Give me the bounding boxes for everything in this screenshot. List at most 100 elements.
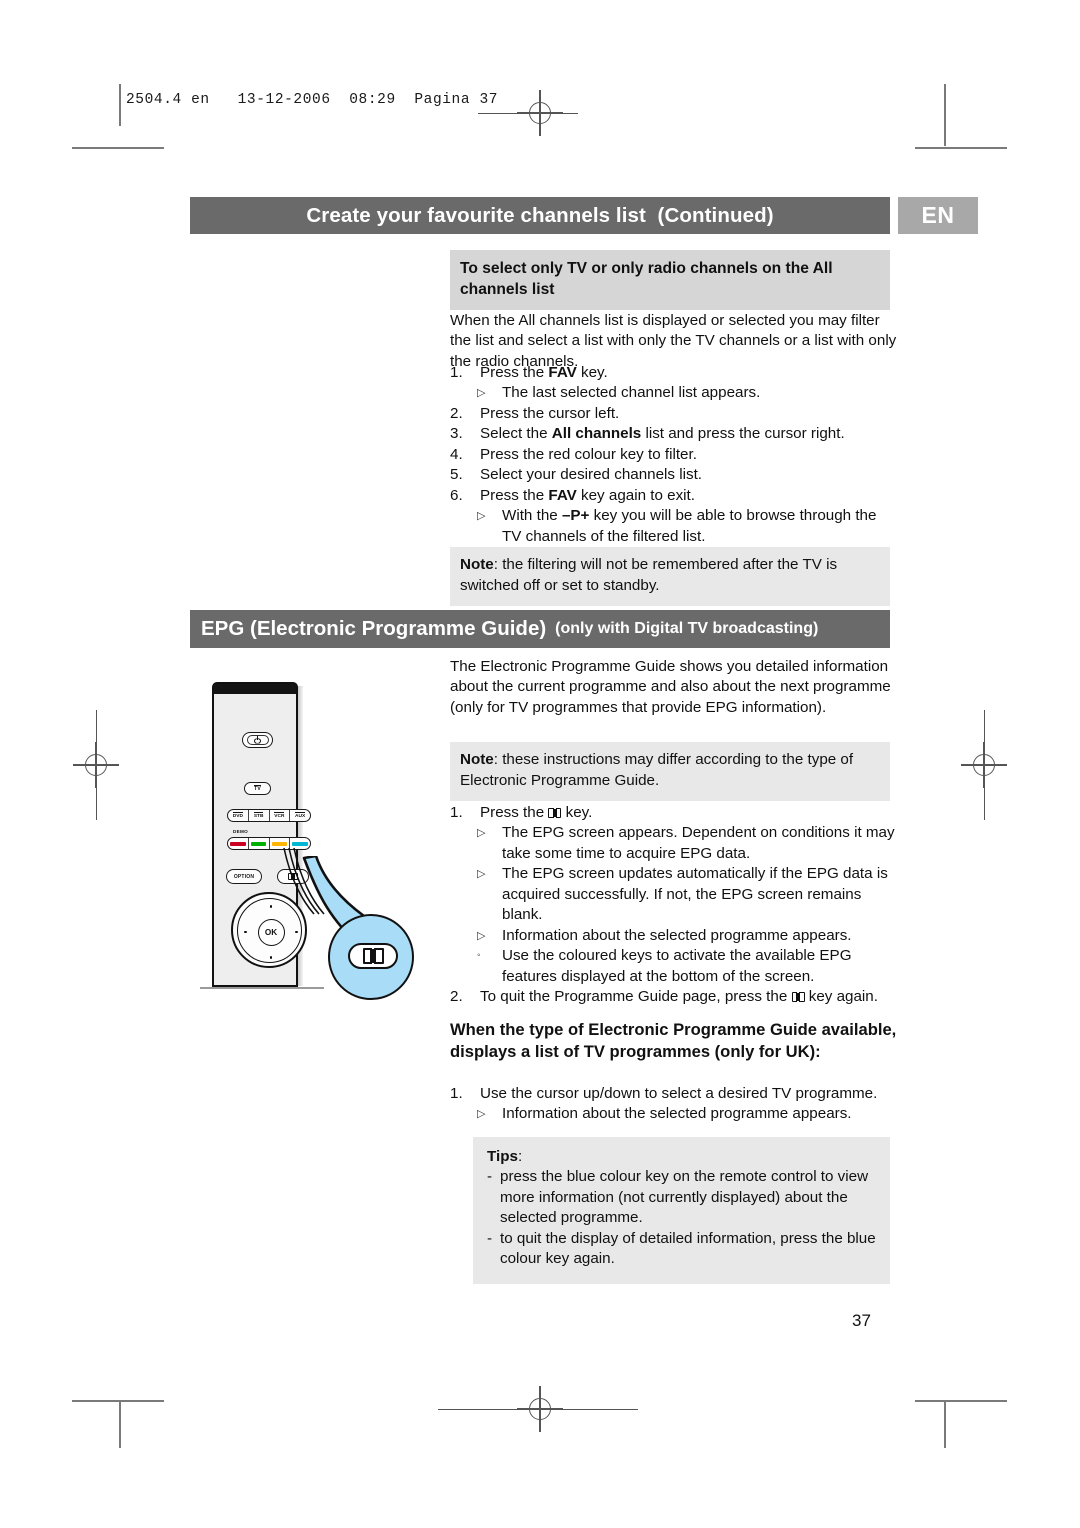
triangle-bullet-icon: ▷ bbox=[477, 827, 486, 840]
step-text-a: Select your desired channels list. bbox=[480, 466, 703, 484]
step-text-a: Select the bbox=[480, 425, 552, 443]
sub-step-text: Information about the selected programme… bbox=[502, 926, 852, 944]
step-number: 1. bbox=[450, 364, 463, 381]
remote-vcr-label: VCR bbox=[274, 812, 285, 819]
note-label: Note bbox=[460, 556, 494, 573]
list-item: ◦ Use the coloured keys to activate the a… bbox=[450, 946, 898, 987]
remote-option-button[interactable]: OPTION bbox=[226, 869, 262, 884]
step-text-a: Press the bbox=[480, 486, 549, 504]
sub-step-text: The EPG screen updates automatically if … bbox=[502, 865, 888, 924]
epg-intro-text: The Electronic Programme Guide shows you… bbox=[450, 658, 891, 716]
epg-bar-subtitle: (only with Digital TV broadcasting) bbox=[555, 620, 819, 637]
triangle-bullet-icon: ▷ bbox=[477, 387, 486, 400]
step-text-a: Press the cursor left. bbox=[480, 404, 620, 422]
epg-section-bar: EPG (Electronic Programme Guide) (only w… bbox=[190, 610, 890, 648]
step-number: 3. bbox=[450, 425, 463, 443]
remote-tv-button-label: TV bbox=[254, 784, 261, 793]
epg-steps: 1. Press the key. ▷ The EPG screen appears… bbox=[450, 803, 898, 1007]
red-swatch bbox=[230, 841, 246, 846]
list-item: ▷ The EPG screen updates automatically if… bbox=[450, 864, 898, 925]
list-item: ▷ The last selected channel list appears. bbox=[450, 383, 898, 403]
sub-step-text: Information about the selected programme… bbox=[502, 1105, 852, 1123]
note-text: : the filtering will not be remembered a… bbox=[460, 556, 838, 594]
remote-dvd-button[interactable]: DVD bbox=[228, 810, 249, 821]
remote-ir-window bbox=[214, 684, 296, 694]
remote-stb-button[interactable]: STB bbox=[249, 810, 270, 821]
remote-tv-button[interactable]: TV bbox=[244, 782, 271, 795]
list-item: ▷ With the –P+ key you will be able to br… bbox=[450, 506, 898, 547]
page-title-continued: (Continued) bbox=[657, 203, 774, 227]
dash-bullet-icon: - bbox=[487, 1229, 493, 1247]
step-text-b: key. bbox=[561, 804, 593, 821]
subheading-text: To select only TV or only radio channels… bbox=[460, 260, 833, 298]
step-text-bold: FAV bbox=[548, 486, 577, 504]
list-item: 2. To quit the Programme Guide page, pres… bbox=[450, 987, 898, 1007]
callout-guide-button[interactable] bbox=[348, 943, 398, 969]
sub-step-text: The EPG screen appears. Dependent on con… bbox=[502, 824, 895, 862]
sub-step-text: The last selected channel list appears. bbox=[502, 384, 761, 402]
remote-ok-label: OK bbox=[264, 927, 278, 937]
page-title: Create your favourite channels list bbox=[306, 203, 646, 227]
sub-step-text-a: With the bbox=[502, 507, 562, 525]
cursor-up-dot-icon[interactable] bbox=[269, 905, 273, 908]
remote-aux-label: AUX bbox=[295, 812, 306, 819]
power-icon bbox=[254, 735, 261, 744]
uk-steps: 1. Use the cursor up/down to select a des… bbox=[450, 1084, 898, 1125]
list-item: - to quit the display of detailed informa… bbox=[487, 1229, 878, 1270]
step-text-a: Press the bbox=[480, 804, 549, 821]
list-item: 1. Press the FAV key. bbox=[450, 363, 898, 383]
note-box-filtering: Note: the filtering will not be remember… bbox=[450, 547, 890, 607]
list-item: ▷ Information about the selected programm… bbox=[450, 1104, 898, 1124]
step-number: 1. bbox=[450, 1085, 463, 1102]
page-number: 37 bbox=[852, 1311, 871, 1330]
sub-step-text-bold: –P+ bbox=[561, 507, 590, 525]
circle-bullet-icon: ◦ bbox=[477, 950, 481, 962]
list-item: 3. Select the All channels list and press… bbox=[450, 424, 898, 444]
guide-book-icon bbox=[362, 948, 384, 964]
subheading-box: To select only TV or only radio channels… bbox=[450, 250, 890, 311]
illustration-baseline bbox=[200, 987, 324, 989]
list-item: 6. Press the FAV key again to exit. bbox=[450, 486, 898, 506]
remote-aux-button[interactable]: AUX bbox=[290, 810, 310, 821]
list-item: 4. Press the red colour key to filter. bbox=[450, 445, 898, 465]
remote-green-key[interactable] bbox=[249, 838, 270, 849]
triangle-bullet-icon: ▷ bbox=[477, 1108, 486, 1121]
triangle-bullet-icon: ▷ bbox=[477, 868, 486, 881]
remote-power-button[interactable] bbox=[242, 732, 273, 748]
remote-red-key[interactable] bbox=[228, 838, 249, 849]
language-badge-label: EN bbox=[921, 202, 955, 228]
dash-bullet-icon: - bbox=[487, 1168, 493, 1186]
step-number: 6. bbox=[450, 486, 463, 504]
cursor-left-dot-icon[interactable] bbox=[244, 930, 247, 934]
remote-demo-label: DEMO bbox=[233, 829, 248, 834]
triangle-bullet-icon: ▷ bbox=[477, 510, 486, 523]
tips-box: Tips: - press the blue colour key on the … bbox=[473, 1137, 890, 1284]
cyan-swatch bbox=[292, 841, 308, 846]
epg-bar-title: EPG (Electronic Programme Guide) bbox=[201, 617, 547, 640]
step-text: Use the cursor up/down to select a desir… bbox=[480, 1085, 878, 1102]
remote-option-label: OPTION bbox=[233, 873, 255, 880]
remote-vcr-button[interactable]: VCR bbox=[270, 810, 291, 821]
remote-control-illustration: TV DVD STB VCR AUX DEMO OPTION OK bbox=[200, 650, 460, 1040]
list-item: ▷ Information about the selected programm… bbox=[450, 926, 898, 946]
step-number: 2. bbox=[450, 404, 463, 422]
power-button-ring bbox=[246, 735, 269, 745]
uk-section-heading: When the type of Electronic Programme Gu… bbox=[450, 1020, 897, 1062]
list-item: 1. Press the key. bbox=[450, 803, 898, 823]
tip-text: to quit the display of detailed informat… bbox=[500, 1229, 876, 1268]
note-label: Note bbox=[460, 751, 494, 768]
list-item: ▷ The EPG screen appears. Dependent on co… bbox=[450, 823, 898, 864]
tips-label: Tips bbox=[487, 1148, 518, 1165]
list-item: - press the blue colour key on the remote… bbox=[487, 1167, 878, 1228]
list-item: 5. Select your desired channels list. bbox=[450, 465, 898, 485]
step-text-b: list and press the cursor right. bbox=[641, 425, 845, 443]
list-item: 2. Press the cursor left. bbox=[450, 404, 898, 424]
step-text-bold: FAV bbox=[548, 364, 577, 381]
remote-dvd-label: DVD bbox=[232, 812, 243, 819]
list-item: 1. Use the cursor up/down to select a des… bbox=[450, 1084, 898, 1104]
sub-step-text: Use the coloured keys to activate the av… bbox=[502, 947, 852, 985]
green-swatch bbox=[250, 841, 267, 846]
step-text-b: key. bbox=[576, 364, 608, 381]
triangle-bullet-icon: ▷ bbox=[477, 929, 486, 942]
step-text-bold: All channels bbox=[551, 425, 642, 443]
